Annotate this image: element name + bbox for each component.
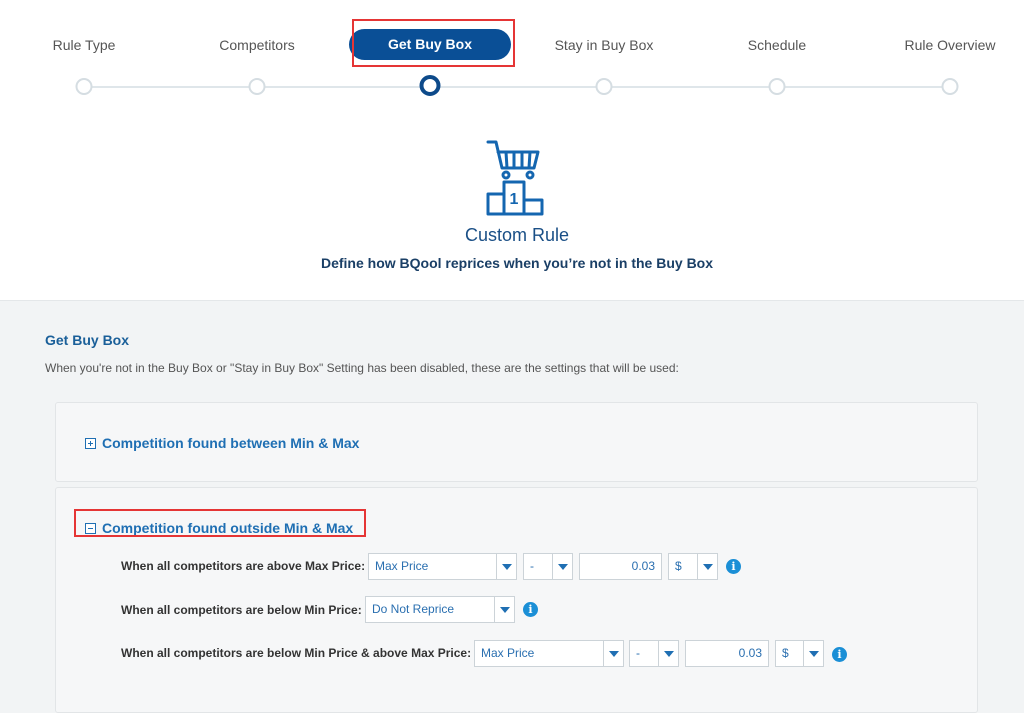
cart-podium-icon: 1 [486, 140, 544, 216]
label-above-max: When all competitors are above Max Price… [121, 559, 366, 573]
info-icon[interactable]: i [832, 647, 847, 662]
select-between-price[interactable]: Max Price [474, 640, 624, 667]
step-dot-get-buy-box[interactable] [419, 75, 441, 96]
input-between-amount[interactable]: 0.03 [685, 640, 769, 667]
chevron-down-icon[interactable] [552, 554, 572, 579]
chevron-down-icon[interactable] [603, 641, 623, 666]
expand-icon[interactable] [85, 437, 96, 449]
chevron-down-icon[interactable] [494, 597, 514, 622]
select-above-max-op[interactable]: - [523, 553, 573, 580]
step-dot-schedule[interactable] [768, 78, 786, 95]
label-below-min-above-max: When all competitors are below Min Price… [121, 646, 472, 660]
panel-toggle-between[interactable]: Competition found between Min & Max [85, 435, 359, 451]
label-below-min: When all competitors are below Min Price… [121, 603, 362, 617]
select-below-min-price[interactable]: Do Not Reprice [365, 596, 515, 623]
highlight-outside-panel [74, 509, 366, 537]
step-dot-rule-type[interactable] [75, 78, 93, 95]
section-title: Get Buy Box [45, 332, 130, 348]
info-icon[interactable]: i [523, 602, 538, 617]
chevron-down-icon[interactable] [496, 554, 516, 579]
select-value: Do Not Reprice [372, 602, 455, 616]
step-rule-overview[interactable]: Rule Overview [904, 37, 995, 53]
select-value: $ [675, 559, 682, 573]
select-value: Max Price [481, 646, 535, 660]
select-between-unit[interactable]: $ [775, 640, 824, 667]
step-stay-in-buy-box[interactable]: Stay in Buy Box [555, 37, 654, 53]
select-above-max-unit[interactable]: $ [668, 553, 718, 580]
select-value: - [636, 646, 640, 660]
input-above-max-amount[interactable]: 0.03 [579, 553, 662, 580]
rule-title: Custom Rule [464, 225, 570, 245]
rule-subtitle: Define how BQool reprices when you’re no… [320, 255, 714, 271]
select-value: - [530, 559, 534, 573]
panel-competition-between: Competition found between Min & Max [55, 402, 978, 482]
highlight-active-step [352, 19, 515, 67]
step-rule-type[interactable]: Rule Type [53, 37, 116, 53]
chevron-down-icon[interactable] [658, 641, 678, 666]
step-dot-stay-in-buy-box[interactable] [595, 78, 613, 95]
select-value: $ [782, 646, 789, 660]
svg-text:1: 1 [510, 191, 519, 208]
step-schedule[interactable]: Schedule [748, 37, 806, 53]
stepper-track [84, 86, 950, 88]
select-value: Max Price [375, 559, 429, 573]
step-competitors[interactable]: Competitors [219, 37, 294, 53]
chevron-down-icon[interactable] [803, 641, 823, 666]
chevron-down-icon[interactable] [697, 554, 717, 579]
step-dot-competitors[interactable] [248, 78, 266, 95]
step-dot-rule-overview[interactable] [941, 78, 959, 95]
select-between-op[interactable]: - [629, 640, 679, 667]
info-icon[interactable]: i [726, 559, 741, 574]
panel-title-between[interactable]: Competition found between Min & Max [102, 435, 359, 451]
select-above-max-price[interactable]: Max Price [368, 553, 517, 580]
rule-stepper: Rule Type Competitors Get Buy Box Stay i… [0, 0, 1024, 110]
section-description: When you're not in the Buy Box or "Stay … [45, 361, 679, 375]
